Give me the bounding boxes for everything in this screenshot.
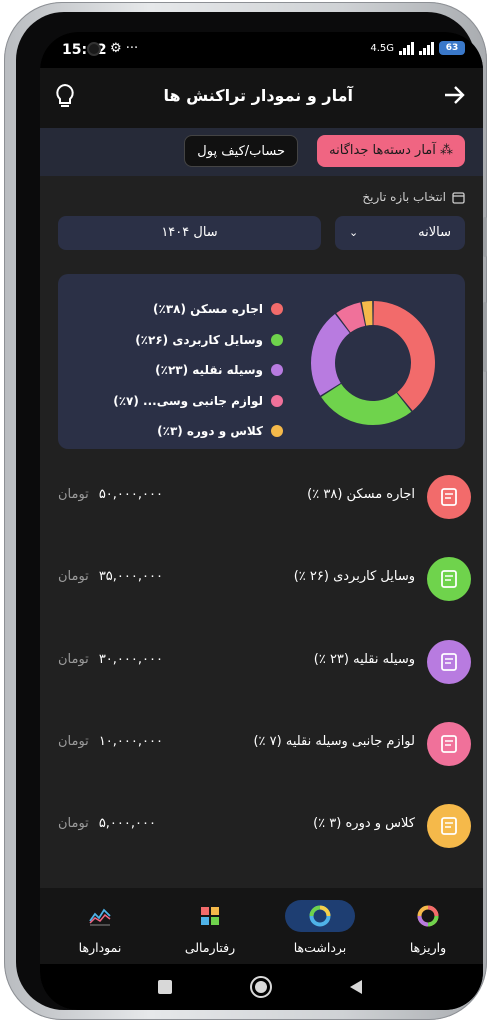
legend-label: وسیله نقلیه (۲۳٪)	[155, 363, 263, 378]
legend-label: وسایل کاربردی (۲۶٪)	[135, 332, 263, 347]
date-range-label-text: انتخاب بازه تاریخ	[362, 190, 446, 204]
power-button	[483, 302, 487, 372]
battery-icon: 63	[439, 41, 465, 55]
withdrawals-ring-icon	[285, 900, 355, 932]
legend-item: وسایل کاربردی (۲۶٪)	[83, 325, 283, 356]
period-select[interactable]: سالانه ⌄	[335, 216, 465, 250]
legend-label: لوازم جانبی وسی... (۷٪)	[113, 393, 263, 408]
bezel: 15:42 ⚙ ··· 4.5G 63 آمار و نمودار تراکنش…	[16, 12, 483, 1010]
network-label: 4.5G	[370, 42, 394, 54]
nav-charts[interactable]: نمودارها	[45, 888, 155, 964]
phone-frame: 15:42 ⚙ ··· 4.5G 63 آمار و نمودار تراکنش…	[4, 2, 487, 1020]
volume-up-button	[483, 217, 487, 257]
line-chart-icon	[65, 900, 135, 932]
video-course-icon	[427, 804, 471, 848]
donut-chart	[311, 301, 435, 425]
back-arrow-icon[interactable]	[441, 82, 467, 108]
date-range-label: انتخاب بازه تاریخ	[362, 190, 465, 204]
legend-item: لوازم جانبی وسی... (۷٪)	[83, 386, 283, 417]
amount-value: ۵,۰۰۰,۰۰۰	[98, 816, 156, 831]
category-row[interactable]: لوازم جانبی وسیله نقلیه (۷ ٪) ۱۰,۰۰۰,۰۰۰ ت…	[40, 719, 483, 769]
category-amount: ۳۰,۰۰۰,۰۰۰ تومان	[58, 652, 163, 667]
legend-dot	[271, 333, 283, 346]
category-name: لوازم جانبی وسیله نقلیه (۷ ٪)	[253, 734, 415, 749]
system-nav-bar	[40, 964, 483, 1010]
category-name: وسایل کاربردی (۲۶ ٪)	[293, 569, 415, 584]
category-amount: ۵,۰۰۰,۰۰۰ تومان	[58, 816, 156, 831]
year-select[interactable]: سال ۱۴۰۴	[58, 216, 321, 250]
nav-withdrawals[interactable]: برداشت‌ها	[265, 888, 375, 964]
donut-slice	[373, 301, 435, 411]
tab-category-stats[interactable]: ⁂ آمار دسته‌ها جداگانه	[317, 135, 465, 167]
category-amount: ۵۰,۰۰۰,۰۰۰ تومان	[58, 487, 163, 502]
chart-card: اجاره مسکن (۳۸٪) وسایل کاربردی (۲۶٪) وسیله…	[58, 274, 465, 449]
period-select-value: سالانه	[418, 225, 451, 240]
page-title: آمار و نمودار تراکنش ها	[163, 86, 353, 105]
calendar-icon	[452, 191, 465, 204]
category-name: وسیله نقلیه (۲۳ ٪)	[313, 652, 415, 667]
nav-financial-behavior[interactable]: رفتارمالی	[155, 888, 265, 964]
screen: 15:42 ⚙ ··· 4.5G 63 آمار و نمودار تراکنش…	[40, 32, 483, 1010]
grid-tiles-icon	[175, 900, 245, 932]
app-header: آمار و نمودار تراکنش ها	[40, 68, 483, 128]
nav-charts-label: نمودارها	[78, 940, 122, 955]
chart-legend: اجاره مسکن (۳۸٪) وسایل کاربردی (۲۶٪) وسیله…	[83, 294, 283, 447]
deposits-ring-icon	[393, 900, 463, 932]
bottom-nav: واریزها برداشت‌ها رفتارمالی	[40, 888, 483, 964]
currency-label: تومان	[58, 487, 89, 502]
donut-slice	[311, 314, 350, 396]
category-row[interactable]: کلاس و دوره (۳ ٪) ۵,۰۰۰,۰۰۰ تومان	[40, 801, 483, 851]
office-chair-icon	[427, 557, 471, 601]
tab-category-stats-icon: ⁂	[435, 143, 453, 158]
nav-withdrawals-label: برداشت‌ها	[293, 940, 347, 955]
amount-value: ۳۵,۰۰۰,۰۰۰	[98, 569, 163, 584]
legend-dot	[271, 425, 283, 438]
category-name: کلاس و دوره (۳ ٪)	[313, 816, 415, 831]
status-notification-icons: ⚙ ···	[110, 41, 139, 56]
lightbulb-icon[interactable]	[54, 83, 76, 109]
amount-value: ۳۰,۰۰۰,۰۰۰	[98, 652, 163, 667]
category-amount: ۳۵,۰۰۰,۰۰۰ تومان	[58, 569, 163, 584]
tab-category-stats-label: آمار دسته‌ها جداگانه	[329, 143, 436, 158]
tab-account-wallet-label: حساب/کیف پول	[197, 144, 285, 159]
currency-label: تومان	[58, 569, 89, 584]
view-tabs: ⁂ آمار دسته‌ها جداگانه حساب/کیف پول	[40, 128, 483, 176]
legend-item: وسیله نقلیه (۲۳٪)	[83, 355, 283, 386]
nav-deposits-label: واریزها	[409, 940, 447, 955]
back-triangle-icon[interactable]	[348, 978, 364, 996]
currency-label: تومان	[58, 734, 89, 749]
legend-dot	[271, 364, 283, 377]
legend-label: کلاس و دوره (۳٪)	[157, 424, 263, 439]
year-select-value: سال ۱۴۰۴	[161, 225, 218, 240]
donut-slice	[321, 383, 412, 425]
signal-icon	[399, 41, 414, 55]
category-row[interactable]: وسیله نقلیه (۲۳ ٪) ۳۰,۰۰۰,۰۰۰ تومان	[40, 637, 483, 687]
car-icon	[427, 640, 471, 684]
status-bar: 15:42 ⚙ ··· 4.5G 63	[40, 32, 483, 68]
signal-2-icon	[419, 41, 434, 55]
tab-account-wallet[interactable]: حساب/کیف پول	[184, 135, 298, 167]
status-right: 4.5G 63	[370, 41, 465, 55]
currency-label: تومان	[58, 652, 89, 667]
legend-dot	[271, 303, 283, 316]
category-row[interactable]: وسایل کاربردی (۲۶ ٪) ۳۵,۰۰۰,۰۰۰ تومان	[40, 554, 483, 604]
amount-value: ۵۰,۰۰۰,۰۰۰	[98, 487, 163, 502]
legend-label: اجاره مسکن (۳۸٪)	[153, 302, 263, 317]
front-camera	[87, 42, 101, 56]
amount-value: ۱۰,۰۰۰,۰۰۰	[98, 734, 163, 749]
recents-square-icon[interactable]	[156, 978, 174, 996]
currency-label: تومان	[58, 816, 89, 831]
legend-item: کلاس و دوره (۳٪)	[83, 416, 283, 447]
category-row[interactable]: اجاره مسکن (۳۸ ٪) ۵۰,۰۰۰,۰۰۰ تومان	[40, 472, 483, 522]
legend-item: اجاره مسکن (۳۸٪)	[83, 294, 283, 325]
legend-dot	[271, 394, 283, 407]
category-name: اجاره مسکن (۳۸ ٪)	[307, 487, 415, 502]
nav-deposits[interactable]: واریزها	[373, 888, 483, 964]
home-circle-icon[interactable]	[249, 975, 273, 999]
helmet-icon	[427, 722, 471, 766]
chevron-down-icon: ⌄	[349, 226, 359, 239]
category-amount: ۱۰,۰۰۰,۰۰۰ تومان	[58, 734, 163, 749]
house-contract-icon	[427, 475, 471, 519]
nav-financial-behavior-label: رفتارمالی	[184, 940, 236, 955]
